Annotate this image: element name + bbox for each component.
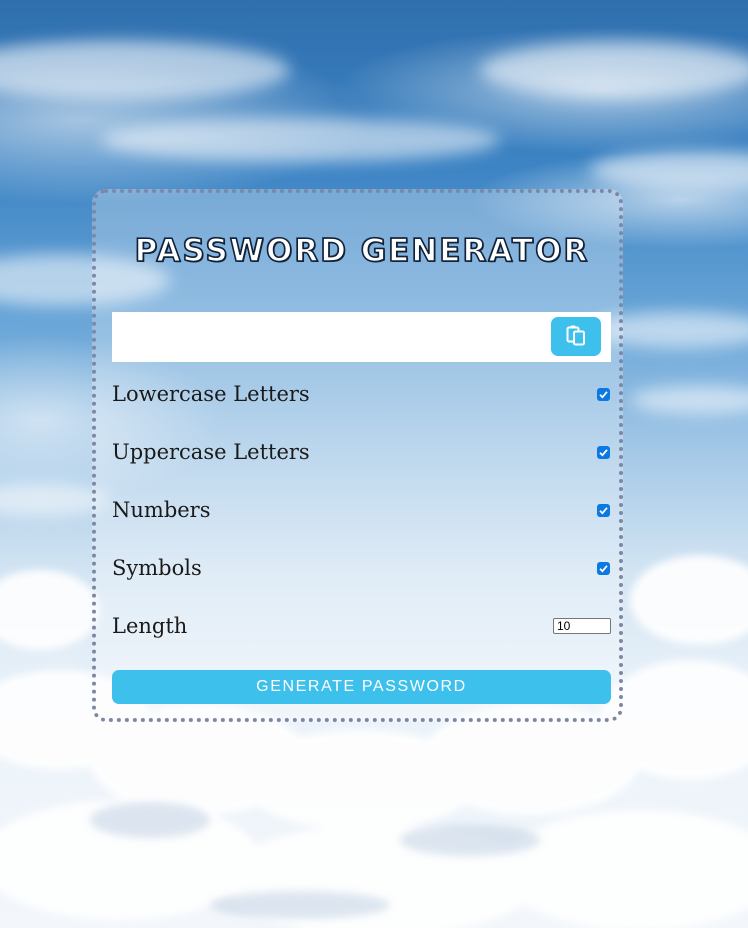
lowercase-checkbox[interactable] — [597, 387, 610, 401]
checkmark-icon — [599, 448, 608, 457]
length-label: Length — [112, 614, 188, 638]
symbols-label: Symbols — [112, 556, 202, 580]
checkmark-icon — [599, 564, 608, 573]
option-uppercase: Uppercase Letters — [112, 437, 611, 467]
uppercase-checkbox[interactable] — [597, 445, 610, 459]
generate-password-button[interactable]: GENERATE PASSWORD — [112, 670, 611, 704]
length-input[interactable] — [553, 618, 611, 634]
copy-button[interactable] — [551, 317, 601, 356]
option-numbers: Numbers — [112, 495, 611, 525]
checkmark-icon — [599, 506, 608, 515]
numbers-label: Numbers — [112, 498, 211, 522]
uppercase-label: Uppercase Letters — [112, 440, 310, 464]
option-symbols: Symbols — [112, 553, 611, 583]
clipboard-copy-icon — [565, 324, 587, 350]
password-generator-card: PASSWORD GENERATOR Lowercase Letters Upp… — [92, 189, 623, 722]
app-title: PASSWORD GENERATOR — [134, 232, 590, 270]
password-output[interactable] — [112, 312, 611, 362]
checkmark-icon — [599, 390, 608, 399]
option-lowercase: Lowercase Letters — [112, 379, 611, 409]
symbols-checkbox[interactable] — [597, 561, 610, 575]
lowercase-label: Lowercase Letters — [112, 382, 310, 406]
numbers-checkbox[interactable] — [597, 503, 610, 517]
option-length: Length — [112, 611, 611, 641]
